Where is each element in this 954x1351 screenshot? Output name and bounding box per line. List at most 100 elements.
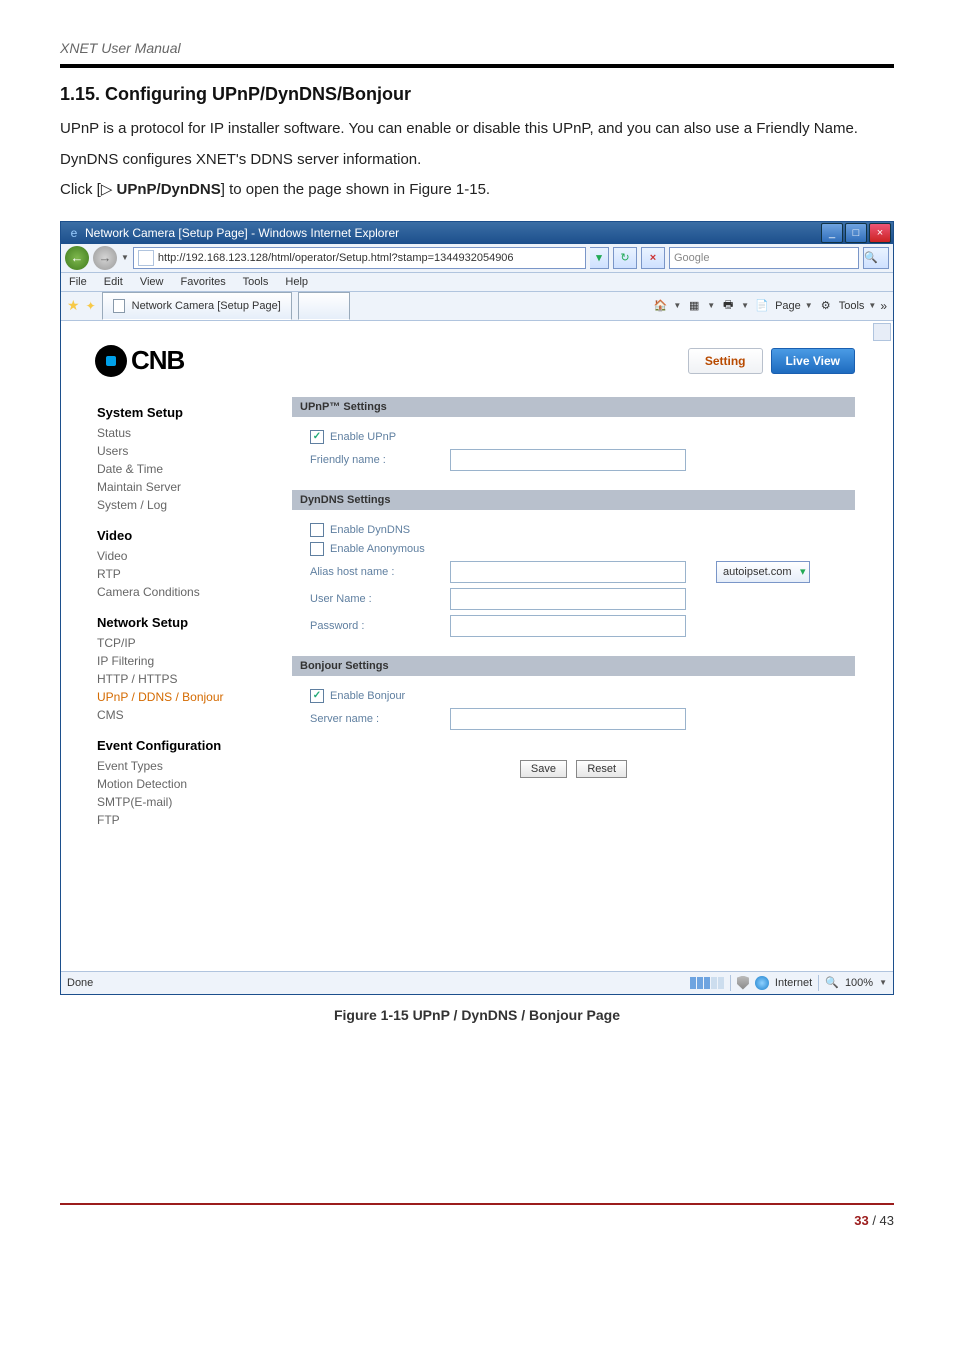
- save-button[interactable]: Save: [520, 760, 567, 778]
- menu-favorites[interactable]: Favorites: [181, 276, 226, 288]
- close-button[interactable]: ×: [869, 223, 891, 243]
- menu-tools[interactable]: Tools: [243, 276, 269, 288]
- password-input[interactable]: [450, 615, 686, 637]
- browser-tab[interactable]: Network Camera [Setup Page]: [102, 292, 292, 320]
- password-label: Password :: [310, 620, 450, 632]
- page-content: CNB Setting Live View System Setup Statu…: [61, 321, 893, 971]
- maximize-button[interactable]: □: [845, 223, 867, 243]
- toolbar-overflow[interactable]: »: [880, 299, 887, 313]
- ie-window: e Network Camera [Setup Page] - Windows …: [60, 221, 894, 995]
- add-favorite-icon[interactable]: ✦: [86, 299, 96, 313]
- para-1: UPnP is a protocol for IP installer soft…: [60, 115, 894, 144]
- enable-anon-label: Enable Anonymous: [330, 543, 470, 555]
- page-menu-icon: 📄: [753, 297, 771, 315]
- forward-button[interactable]: →: [93, 246, 117, 270]
- page-icon: [138, 250, 154, 266]
- tools-menu[interactable]: Tools: [839, 300, 865, 312]
- live-view-button[interactable]: Live View: [771, 348, 855, 374]
- section-title: 1.15. Configuring UPnP/DynDNS/Bonjour: [60, 84, 894, 105]
- logo-text: CNB: [131, 345, 184, 376]
- sidebar-item-cms[interactable]: CMS: [97, 706, 292, 724]
- sidebar-item-upnp[interactable]: UPnP / DDNS / Bonjour: [97, 688, 292, 706]
- sidebar-item-camera[interactable]: Camera Conditions: [97, 583, 292, 601]
- nav-history-dropdown[interactable]: ▼: [121, 253, 129, 262]
- sidebar-item-systemlog[interactable]: System / Log: [97, 496, 292, 514]
- sidebar-item-ftp[interactable]: FTP: [97, 811, 292, 829]
- zoom-dropdown[interactable]: ▼: [879, 978, 887, 987]
- search-box[interactable]: Google: [669, 247, 859, 269]
- new-tab-button[interactable]: [298, 292, 350, 320]
- sidebar-group-video: Video: [97, 528, 292, 543]
- feeds-icon[interactable]: ▦: [685, 297, 703, 315]
- tools-menu-icon: ⚙: [817, 297, 835, 315]
- back-button[interactable]: ←: [65, 246, 89, 270]
- setting-button[interactable]: Setting: [688, 348, 763, 374]
- minimize-button[interactable]: _: [821, 223, 843, 243]
- stop-button[interactable]: ×: [641, 247, 665, 269]
- status-bar: Done Internet 🔍 100% ▼: [61, 971, 893, 994]
- sidebar-item-tcpip[interactable]: TCP/IP: [97, 634, 292, 652]
- domain-select[interactable]: autoipset.com: [716, 561, 810, 583]
- page-menu[interactable]: Page: [775, 300, 801, 312]
- alias-input[interactable]: [450, 561, 686, 583]
- ie-icon: e: [67, 226, 81, 240]
- enable-dyndns-checkbox[interactable]: [310, 523, 324, 537]
- menu-file[interactable]: File: [69, 276, 87, 288]
- print-icon[interactable]: 🖶: [719, 297, 737, 315]
- enable-anon-checkbox[interactable]: [310, 542, 324, 556]
- server-name-label: Server name :: [310, 713, 450, 725]
- url-text: http://192.168.123.128/html/operator/Set…: [158, 252, 514, 264]
- sidebar-item-smtp[interactable]: SMTP(E-mail): [97, 793, 292, 811]
- sidebar-item-status[interactable]: Status: [97, 424, 292, 442]
- ie-titlebar: e Network Camera [Setup Page] - Windows …: [61, 222, 893, 244]
- sidebar: System Setup Status Users Date & Time Ma…: [69, 397, 292, 829]
- figure-caption: Figure 1-15 UPnP / DynDNS / Bonjour Page: [60, 1007, 894, 1023]
- menu-bar: File Edit View Favorites Tools Help: [61, 273, 893, 292]
- page-total: / 43: [869, 1213, 894, 1228]
- reset-button[interactable]: Reset: [576, 760, 627, 778]
- sidebar-item-rtp[interactable]: RTP: [97, 565, 292, 583]
- upnp-header: UPnP™ Settings: [292, 397, 855, 417]
- para3-link: UPnP/DynDNS: [117, 181, 221, 198]
- security-shield-icon: [737, 976, 749, 990]
- enable-upnp-label: Enable UPnP: [330, 431, 470, 443]
- tab-page-icon: [113, 299, 127, 313]
- search-button[interactable]: 🔍: [863, 247, 889, 269]
- zoom-level[interactable]: 100%: [845, 977, 873, 989]
- zoom-icon[interactable]: 🔍: [825, 976, 839, 989]
- progress-indicator: [690, 977, 724, 989]
- sidebar-group-event: Event Configuration: [97, 738, 292, 753]
- window-title: Network Camera [Setup Page] - Windows In…: [85, 226, 399, 240]
- enable-upnp-checkbox[interactable]: ✓: [310, 430, 324, 444]
- friendly-name-input[interactable]: [450, 449, 686, 471]
- page-current: 33: [854, 1213, 868, 1228]
- sidebar-item-video[interactable]: Video: [97, 547, 292, 565]
- sidebar-item-motion[interactable]: Motion Detection: [97, 775, 292, 793]
- refresh-button[interactable]: ↻: [613, 247, 637, 269]
- address-dropdown[interactable]: ▾: [590, 247, 609, 269]
- dyndns-header: DynDNS Settings: [292, 490, 855, 510]
- favorites-icon[interactable]: ★: [67, 297, 80, 314]
- scroll-up-button[interactable]: [873, 323, 891, 341]
- menu-help[interactable]: Help: [285, 276, 308, 288]
- sidebar-item-eventtypes[interactable]: Event Types: [97, 757, 292, 775]
- alias-label: Alias host name :: [310, 566, 450, 578]
- friendly-name-label: Friendly name :: [310, 454, 450, 466]
- sidebar-item-datetime[interactable]: Date & Time: [97, 460, 292, 478]
- home-icon[interactable]: 🏠: [651, 297, 669, 315]
- menu-edit[interactable]: Edit: [104, 276, 123, 288]
- page-number: 33 / 43: [60, 1213, 894, 1228]
- server-name-input[interactable]: [450, 708, 686, 730]
- sidebar-group-network: Network Setup: [97, 615, 292, 630]
- menu-view[interactable]: View: [140, 276, 164, 288]
- sidebar-item-http[interactable]: HTTP / HTTPS: [97, 670, 292, 688]
- para3-post: ] to open the page shown in Figure 1-15.: [221, 181, 490, 198]
- cnb-logo: CNB: [95, 345, 184, 377]
- address-bar[interactable]: http://192.168.123.128/html/operator/Set…: [133, 247, 586, 269]
- nav-bar: ← → ▼ http://192.168.123.128/html/operat…: [61, 244, 893, 273]
- enable-bonjour-checkbox[interactable]: ✓: [310, 689, 324, 703]
- sidebar-item-ipfilter[interactable]: IP Filtering: [97, 652, 292, 670]
- sidebar-item-users[interactable]: Users: [97, 442, 292, 460]
- username-input[interactable]: [450, 588, 686, 610]
- sidebar-item-maintain[interactable]: Maintain Server: [97, 478, 292, 496]
